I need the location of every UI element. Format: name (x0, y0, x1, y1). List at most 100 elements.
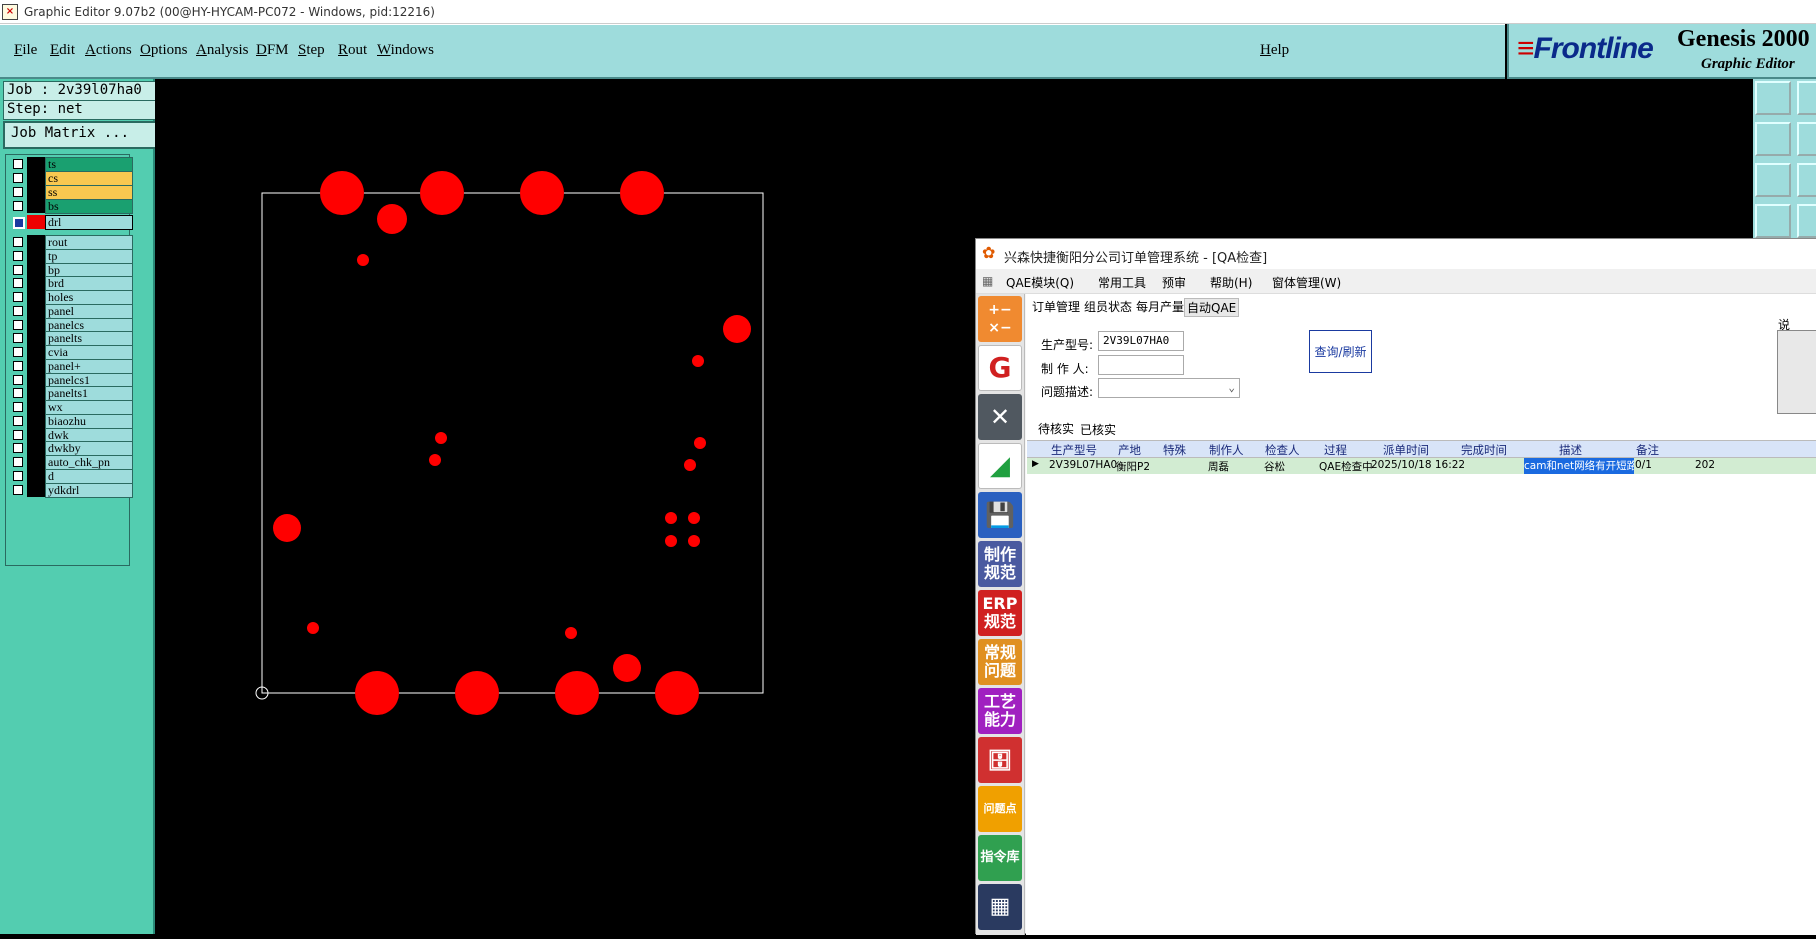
cell-model[interactable]: 2V39L07HA0 (1049, 459, 1117, 471)
layer-row[interactable]: dwkby (9, 441, 133, 457)
sidebar-erp-button[interactable]: ERP规范 (978, 590, 1022, 636)
layer-row[interactable]: panelts (9, 331, 133, 347)
layer-checkbox[interactable] (13, 415, 23, 426)
tools-icon[interactable]: ✕ (978, 394, 1022, 440)
layer-name[interactable]: auto_chk_pn (45, 455, 133, 470)
layer-checkbox[interactable] (13, 319, 23, 330)
layer-row[interactable]: wx (9, 400, 133, 415)
cell-origin[interactable]: 衡阳P2 (1116, 459, 1150, 474)
layer-row[interactable]: cs (9, 171, 133, 186)
col-origin[interactable]: 产地 (1118, 442, 1141, 458)
col-remark[interactable]: 备注 (1636, 442, 1659, 458)
layer-name[interactable]: panelcs (45, 317, 133, 333)
drill-hole[interactable] (565, 627, 577, 639)
panel-icon[interactable] (1797, 122, 1816, 156)
cell-extra[interactable]: 202 (1695, 459, 1715, 471)
layer-name[interactable]: ydkdrl (45, 482, 133, 498)
layer-checkbox[interactable] (13, 484, 23, 495)
drill-hole[interactable] (357, 254, 369, 266)
layer-checkbox[interactable] (13, 173, 23, 183)
zoom-icon[interactable] (1797, 163, 1816, 197)
cell-description[interactable]: cam和net网络有开短路 (1524, 458, 1634, 474)
layer-name[interactable]: ss (45, 185, 133, 200)
layer-row[interactable]: panelcs1 (9, 372, 133, 388)
menu-edit[interactable]: Edit (50, 42, 75, 59)
layer-row[interactable]: holes (9, 290, 133, 305)
window-control-icon[interactable]: +− ×− (978, 296, 1022, 342)
tab-order-mgmt[interactable]: 订单管理 (1030, 298, 1082, 315)
drill-hole[interactable] (688, 535, 700, 547)
save-icon[interactable]: 💾 (978, 492, 1022, 538)
drill-hole[interactable] (723, 315, 751, 343)
col-special[interactable]: 特殊 (1163, 442, 1186, 458)
col-checker[interactable]: 检查人 (1265, 442, 1300, 458)
fit-icon[interactable] (1755, 163, 1791, 197)
layer-row[interactable]: panelcs (9, 317, 133, 333)
chart-icon[interactable]: ◢ (978, 443, 1022, 489)
menu-dfm[interactable]: DFM (256, 42, 289, 59)
job-matrix-button[interactable]: Job Matrix ... (3, 121, 163, 149)
menu-rout[interactable]: Rout (338, 42, 367, 59)
import-icon[interactable] (1755, 122, 1791, 156)
layer-row[interactable]: tp (9, 248, 133, 264)
layer-row[interactable]: brd (9, 276, 133, 292)
menu-step[interactable]: Step (298, 42, 325, 59)
layer-row[interactable]: bs (9, 199, 133, 214)
query-refresh-button[interactable]: 查询/刷新 (1309, 330, 1372, 373)
menu-options[interactable]: Options (140, 42, 188, 59)
g-logo-icon[interactable]: G (978, 345, 1022, 391)
window-icon[interactable] (1797, 81, 1816, 115)
layer-checkbox[interactable] (13, 292, 23, 302)
drill-hole[interactable] (455, 671, 499, 715)
menu-help[interactable]: Help (1260, 42, 1289, 59)
drill-hole[interactable] (665, 512, 677, 524)
sidebar-command-lib-button[interactable]: 指令库 (978, 835, 1022, 881)
drill-hole[interactable] (320, 171, 364, 215)
drill-hole[interactable] (555, 671, 599, 715)
settings-icon[interactable] (1755, 204, 1791, 238)
drill-hole[interactable] (688, 512, 700, 524)
sidebar-issue-point-button[interactable]: 问题点 (978, 786, 1022, 832)
menu-windows[interactable]: Windows (377, 42, 434, 59)
layer-checkbox[interactable] (13, 201, 23, 211)
layer-name[interactable]: biaozhu (45, 413, 133, 429)
drill-hole[interactable] (307, 622, 319, 634)
drill-hole[interactable] (655, 671, 699, 715)
layer-checkbox[interactable] (13, 402, 23, 412)
cell-remark[interactable]: 0/1 (1635, 459, 1652, 471)
layer-checkbox[interactable] (13, 217, 25, 229)
cell-maker[interactable]: 周磊 (1208, 459, 1229, 474)
layer-name[interactable]: cvia (45, 345, 133, 360)
layer-checkbox[interactable] (13, 187, 23, 197)
qa-menu-preview[interactable]: 预审 (1162, 274, 1186, 291)
layer-checkbox[interactable] (13, 237, 23, 247)
layer-checkbox[interactable] (13, 305, 23, 316)
layer-name[interactable]: dwk (45, 427, 133, 443)
menu-file[interactable]: File (14, 42, 37, 59)
qa-menu-window[interactable]: 窗体管理(W) (1272, 274, 1341, 291)
layer-name[interactable]: panel+ (45, 358, 133, 374)
drill-hole[interactable] (273, 514, 301, 542)
layer-checkbox[interactable] (13, 470, 23, 481)
drill-hole[interactable] (684, 459, 696, 471)
layer-checkbox[interactable] (13, 374, 23, 385)
qa-menu-qae[interactable]: QAE模块(Q) (1006, 274, 1074, 291)
layer-name[interactable]: panelts1 (45, 386, 133, 402)
layer-checkbox[interactable] (13, 388, 23, 399)
layer-name[interactable]: d (45, 468, 133, 484)
layer-name[interactable]: panelcs1 (45, 372, 133, 388)
export-icon[interactable] (1755, 81, 1791, 115)
cell-dispatch-time[interactable]: 2025/10/18 16:22 (1371, 459, 1465, 471)
drill-hole[interactable] (620, 171, 664, 215)
drill-hole[interactable] (355, 671, 399, 715)
layer-name[interactable]: bs (45, 199, 133, 214)
sidebar-process-button[interactable]: 工艺能力 (978, 688, 1022, 734)
layer-name[interactable]: dwkby (45, 441, 133, 457)
subtab-verified[interactable]: 已核实 (1078, 421, 1118, 438)
qa-menu-tools[interactable]: 常用工具 (1098, 274, 1146, 291)
qa-menu-help[interactable]: 帮助(H) (1210, 274, 1252, 291)
layer-checkbox[interactable] (13, 333, 23, 344)
tab-monthly-output[interactable]: 每月产量 (1134, 298, 1186, 315)
layer-checkbox[interactable] (13, 443, 23, 454)
model-input[interactable]: 2V39L07HA0 (1098, 331, 1184, 351)
